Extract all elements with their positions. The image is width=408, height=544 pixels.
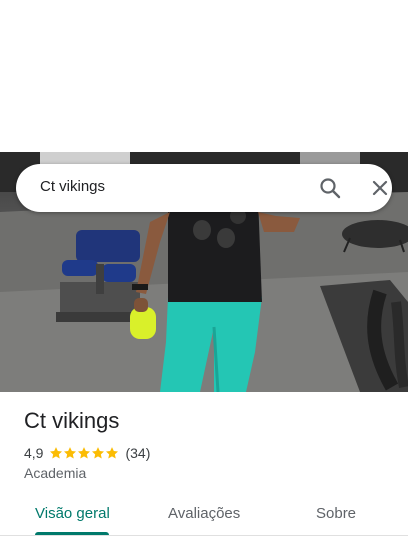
tabs-divider <box>0 535 408 536</box>
tab-overview[interactable]: Visão geral <box>35 505 110 522</box>
rating-stars <box>49 446 119 460</box>
star-icon <box>64 447 77 459</box>
tab-about[interactable]: Sobre <box>316 505 356 522</box>
tab-reviews[interactable]: Avaliações <box>168 505 240 522</box>
search-bar[interactable]: Ct vikings <box>16 164 392 212</box>
rating-value: 4,9 <box>24 445 44 461</box>
star-icon <box>92 447 105 459</box>
place-tabs: Visão geral Avaliações Sobre <box>0 498 408 538</box>
rating-row[interactable]: 4,9 (34) <box>24 444 150 462</box>
map-blank-area <box>0 0 408 152</box>
star-icon <box>78 447 91 459</box>
star-icon <box>106 447 119 459</box>
search-query-text[interactable]: Ct vikings <box>40 178 105 195</box>
star-icon <box>50 447 63 459</box>
place-name: Ct vikings <box>24 408 120 433</box>
search-icon[interactable] <box>318 176 342 200</box>
review-count[interactable]: (34) <box>125 445 150 461</box>
close-icon[interactable] <box>368 176 392 200</box>
place-category: Academia <box>24 465 87 481</box>
